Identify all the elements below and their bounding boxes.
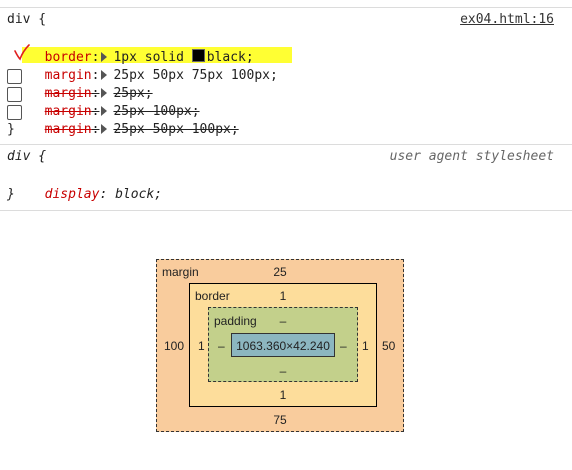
margin-left-value[interactable]: 100	[164, 339, 184, 353]
content-dimensions[interactable]: 1063.360×42.240	[236, 339, 330, 353]
margin-label: margin	[162, 265, 199, 279]
padding-label: padding	[214, 314, 257, 328]
rule-closing-brace: }	[7, 187, 15, 202]
declaration-margin-overridden[interactable]: margin: 25px;	[29, 67, 153, 101]
border-bottom-value[interactable]: 1	[280, 388, 287, 402]
border-label: border	[195, 289, 230, 303]
rule-closing-brace: }	[7, 122, 15, 137]
declaration-margin-overridden[interactable]: margin: 25px 50px 100px;	[29, 103, 239, 137]
declaration-checkbox[interactable]	[7, 69, 22, 84]
border-left-value[interactable]: 1	[198, 339, 205, 353]
user-agent-label: user agent stylesheet	[389, 149, 554, 164]
rule-selector: div {	[7, 12, 47, 27]
source-link[interactable]: ex04.html:16	[460, 12, 554, 27]
rule-selector: div {	[7, 149, 47, 164]
property-name[interactable]: margin	[45, 122, 92, 137]
declaration-border[interactable]: border: 1px solid black;	[29, 31, 254, 65]
expand-arrow-icon[interactable]	[101, 124, 108, 134]
declaration-checkbox[interactable]	[7, 105, 22, 120]
padding-left-value[interactable]: –	[218, 339, 225, 353]
declaration-checkbox[interactable]	[7, 87, 22, 102]
property-value[interactable]: 25px 50px 100px;	[113, 122, 238, 137]
declaration-display: display: block;	[44, 187, 163, 202]
margin-bottom-value[interactable]: 75	[273, 413, 286, 427]
property-value: block;	[115, 187, 163, 202]
margin-top-value[interactable]: 25	[273, 265, 286, 279]
padding-right-value[interactable]: –	[340, 339, 347, 353]
property-name: display	[44, 187, 100, 202]
padding-bottom-value[interactable]: –	[280, 364, 287, 378]
border-top-value[interactable]: 1	[280, 289, 287, 303]
padding-top-value[interactable]: –	[280, 314, 287, 328]
handwritten-check-icon	[14, 44, 30, 61]
border-right-value[interactable]: 1	[362, 339, 369, 353]
declaration-margin-active[interactable]: margin: 25px 50px 75px 100px;	[29, 49, 278, 83]
margin-right-value[interactable]: 50	[382, 339, 395, 353]
declaration-margin-overridden[interactable]: margin: 25px 100px;	[29, 85, 200, 119]
rule-divider	[0, 210, 572, 211]
